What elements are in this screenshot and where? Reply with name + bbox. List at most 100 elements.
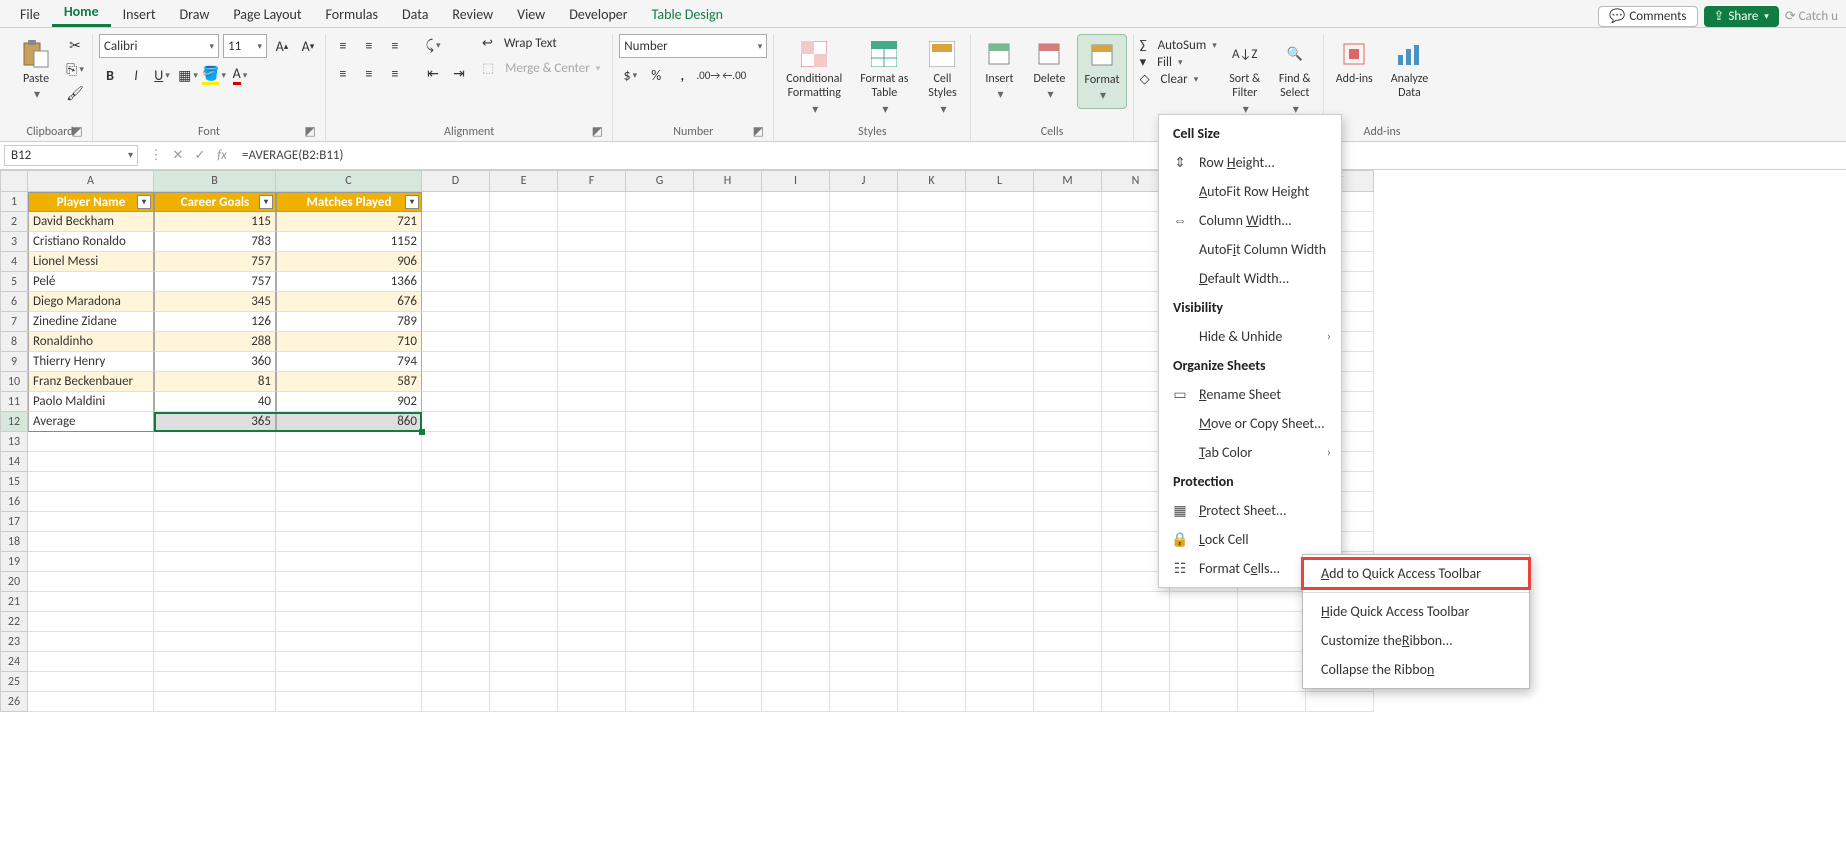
cell-L13[interactable] [966, 432, 1034, 452]
cell-D25[interactable] [422, 672, 490, 692]
tab-review[interactable]: Review [440, 2, 505, 27]
cell-F18[interactable] [558, 532, 626, 552]
cell-K16[interactable] [898, 492, 966, 512]
formula-input[interactable]: =AVERAGE(B2:B11) [236, 146, 1846, 165]
cell-E13[interactable] [490, 432, 558, 452]
cell-E23[interactable] [490, 632, 558, 652]
filter-button[interactable]: ▾ [405, 195, 419, 209]
cell-S26[interactable] [1238, 692, 1306, 712]
cell-F17[interactable] [558, 512, 626, 532]
cell-S21[interactable] [1238, 592, 1306, 612]
cell-D9[interactable] [422, 352, 490, 372]
cell-A7[interactable]: Zinedine Zidane [28, 312, 154, 332]
menu-column-width[interactable]: ⇔Column Width... [1159, 206, 1341, 235]
align-top-button[interactable]: ≡ [332, 34, 354, 56]
cell-G16[interactable] [626, 492, 694, 512]
cell-C1[interactable]: Matches Played▾ [276, 192, 422, 212]
cell-D24[interactable] [422, 652, 490, 672]
merge-center-button[interactable]: ⬚ Merge & Center▾ [476, 59, 606, 78]
cell-H9[interactable] [694, 352, 762, 372]
cell-J2[interactable] [830, 212, 898, 232]
cell-H6[interactable] [694, 292, 762, 312]
cell-G26[interactable] [626, 692, 694, 712]
cell-K3[interactable] [898, 232, 966, 252]
cell-H13[interactable] [694, 432, 762, 452]
font-color-button[interactable]: A▾ [229, 64, 251, 86]
cell-H10[interactable] [694, 372, 762, 392]
cell-G25[interactable] [626, 672, 694, 692]
cell-D10[interactable] [422, 372, 490, 392]
row-header-11[interactable]: 11 [0, 392, 28, 412]
cell-N26[interactable] [1102, 692, 1170, 712]
cell-G1[interactable] [626, 192, 694, 212]
cell-M24[interactable] [1034, 652, 1102, 672]
cell-L24[interactable] [966, 652, 1034, 672]
cell-K7[interactable] [898, 312, 966, 332]
cell-J19[interactable] [830, 552, 898, 572]
cell-C10[interactable]: 587 [276, 372, 422, 392]
bold-button[interactable]: B [99, 64, 121, 86]
cell-B7[interactable]: 126 [154, 312, 276, 332]
row-header-22[interactable]: 22 [0, 612, 28, 632]
cell-H12[interactable] [694, 412, 762, 432]
cell-H23[interactable] [694, 632, 762, 652]
cell-A14[interactable] [28, 452, 154, 472]
cell-C15[interactable] [276, 472, 422, 492]
row-header-19[interactable]: 19 [0, 552, 28, 572]
row-header-3[interactable]: 3 [0, 232, 28, 252]
cell-E3[interactable] [490, 232, 558, 252]
cell-H7[interactable] [694, 312, 762, 332]
cell-G9[interactable] [626, 352, 694, 372]
clipboard-launcher[interactable]: ◩ [70, 124, 84, 138]
cell-F7[interactable] [558, 312, 626, 332]
cell-I18[interactable] [762, 532, 830, 552]
cell-G23[interactable] [626, 632, 694, 652]
cell-C26[interactable] [276, 692, 422, 712]
cell-J15[interactable] [830, 472, 898, 492]
cell-D11[interactable] [422, 392, 490, 412]
cell-K15[interactable] [898, 472, 966, 492]
cell-B10[interactable]: 81 [154, 372, 276, 392]
cell-S23[interactable] [1238, 632, 1306, 652]
cell-A9[interactable]: Thierry Henry [28, 352, 154, 372]
cell-R21[interactable] [1170, 592, 1238, 612]
cell-C12[interactable]: 860 [276, 412, 422, 432]
cell-E18[interactable] [490, 532, 558, 552]
col-header-C[interactable]: C [276, 170, 422, 192]
cell-J8[interactable] [830, 332, 898, 352]
tab-data[interactable]: Data [390, 2, 440, 27]
col-header-M[interactable]: M [1034, 170, 1102, 192]
font-name-select[interactable]: Calibri▾ [99, 34, 219, 58]
cell-H8[interactable] [694, 332, 762, 352]
align-center-button[interactable]: ≡ [358, 62, 380, 84]
cell-H19[interactable] [694, 552, 762, 572]
tab-developer[interactable]: Developer [557, 2, 639, 27]
tab-home[interactable]: Home [52, 0, 111, 27]
cell-L1[interactable] [966, 192, 1034, 212]
cell-M9[interactable] [1034, 352, 1102, 372]
col-header-K[interactable]: K [898, 170, 966, 192]
cell-J25[interactable] [830, 672, 898, 692]
cell-M13[interactable] [1034, 432, 1102, 452]
cell-K17[interactable] [898, 512, 966, 532]
copy-button[interactable]: ⎘▾ [64, 58, 86, 80]
cell-E5[interactable] [490, 272, 558, 292]
cell-D22[interactable] [422, 612, 490, 632]
menu-autofit-col[interactable]: AutoFit Column Width [1159, 235, 1341, 264]
cell-K1[interactable] [898, 192, 966, 212]
cell-B6[interactable]: 345 [154, 292, 276, 312]
underline-button[interactable]: U▾ [151, 64, 173, 86]
cell-J11[interactable] [830, 392, 898, 412]
cell-D4[interactable] [422, 252, 490, 272]
cell-D8[interactable] [422, 332, 490, 352]
col-header-G[interactable]: G [626, 170, 694, 192]
cell-M19[interactable] [1034, 552, 1102, 572]
cell-H24[interactable] [694, 652, 762, 672]
row-header-17[interactable]: 17 [0, 512, 28, 532]
cell-H22[interactable] [694, 612, 762, 632]
cell-A26[interactable] [28, 692, 154, 712]
cell-L7[interactable] [966, 312, 1034, 332]
delete-cells-button[interactable]: Delete▾ [1027, 34, 1071, 107]
cell-A18[interactable] [28, 532, 154, 552]
cell-C2[interactable]: 721 [276, 212, 422, 232]
